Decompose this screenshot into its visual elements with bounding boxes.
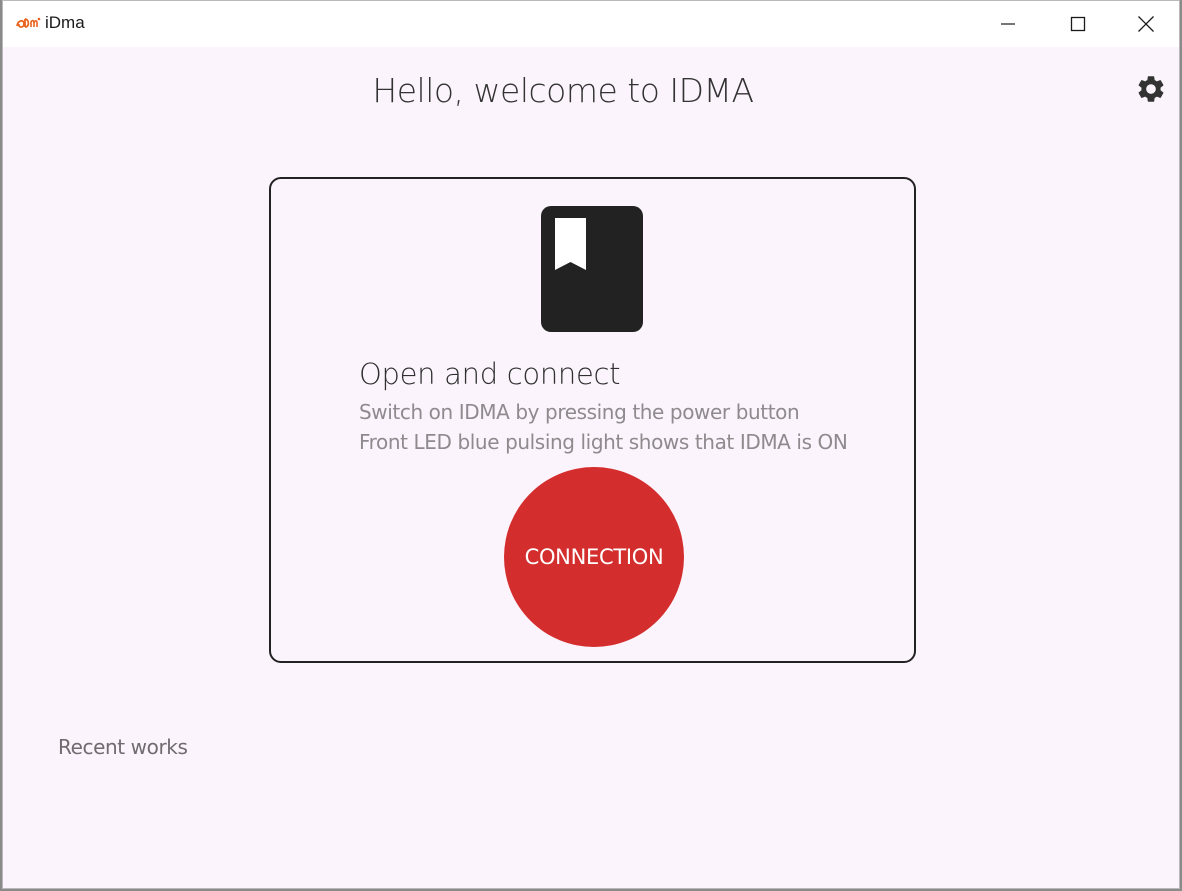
close-button[interactable] — [1111, 1, 1179, 47]
connection-button-label: CONNECTION — [524, 545, 664, 569]
instruction-line-1: Switch on IDMA by pressing the power but… — [359, 400, 800, 424]
close-icon — [1138, 16, 1154, 32]
connect-card: Open and connect Switch on IDMA by press… — [269, 177, 916, 663]
window-title: iDma — [45, 13, 85, 32]
maximize-button[interactable] — [1043, 1, 1113, 47]
recent-works-label: Recent works — [58, 735, 188, 759]
gear-icon[interactable] — [1135, 73, 1167, 105]
minimize-button[interactable] — [973, 1, 1043, 47]
bookmark-book-icon — [541, 206, 643, 332]
card-title: Open and connect — [359, 357, 621, 391]
connection-button[interactable]: CONNECTION — [504, 467, 684, 647]
app-window: iDma Hello, welcome to IDMA Open and con — [2, 0, 1180, 889]
instruction-line-2: Front LED blue pulsing light shows that … — [359, 430, 848, 454]
maximize-icon — [1070, 16, 1086, 32]
title-bar[interactable]: iDma — [3, 1, 1179, 47]
minimize-icon — [1001, 23, 1015, 25]
idma-logo-icon — [16, 17, 41, 28]
welcome-heading: Hello, welcome to IDMA — [372, 71, 754, 110]
